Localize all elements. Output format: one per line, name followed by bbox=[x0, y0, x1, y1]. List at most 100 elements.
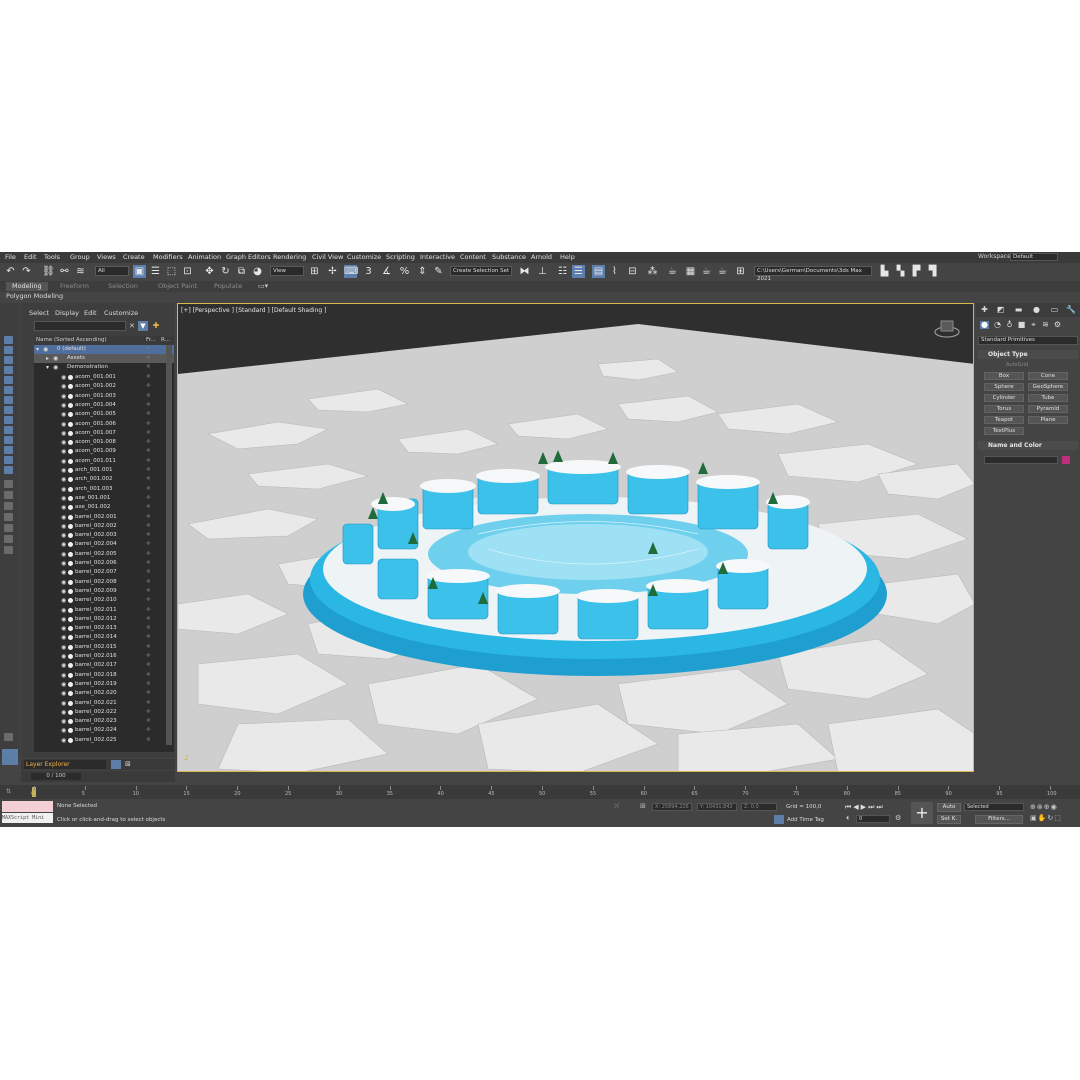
freeze-icon[interactable]: ❄ bbox=[146, 410, 151, 419]
lights-category-icon[interactable]: ♁ bbox=[1005, 321, 1014, 329]
layer-explorer-icon[interactable]: ☰ bbox=[572, 265, 585, 278]
move-icon[interactable]: ✥ bbox=[203, 265, 216, 278]
visibility-eye-icon[interactable]: ◉ bbox=[61, 494, 66, 503]
visibility-eye-icon[interactable]: ◉ bbox=[61, 633, 66, 642]
list-item[interactable]: ◉ barrel_002.020 ❄ bbox=[34, 689, 174, 698]
visibility-eye-icon[interactable]: ◉ bbox=[61, 652, 66, 661]
ribbon-tab-modeling[interactable]: Modeling bbox=[6, 282, 48, 291]
placement-icon[interactable]: ◕ bbox=[251, 265, 264, 278]
visibility-eye-icon[interactable]: ◉ bbox=[61, 606, 66, 615]
visibility-eye-icon[interactable]: ◉ bbox=[61, 661, 66, 670]
freeze-icon[interactable]: ❄ bbox=[146, 708, 151, 717]
list-item[interactable]: ◉ barrel_002.003 ❄ bbox=[34, 531, 174, 540]
bones-filter-icon[interactable] bbox=[4, 446, 13, 454]
list-item[interactable]: ◉ acorn_001.008 ❄ bbox=[34, 438, 174, 447]
frozen-filter-icon[interactable] bbox=[4, 466, 13, 474]
none-filter-icon[interactable] bbox=[4, 502, 13, 510]
ribbon-options-icon[interactable]: ▭▾ bbox=[258, 282, 268, 290]
ribbon-toggle-icon[interactable]: ▤ bbox=[592, 265, 605, 278]
menu-group[interactable]: Group bbox=[70, 253, 90, 261]
pivot-center-icon[interactable]: ⊞ bbox=[308, 265, 321, 278]
explorer-menu-display[interactable]: Display bbox=[55, 309, 79, 317]
freeze-icon[interactable]: ❄ bbox=[146, 345, 151, 354]
unlink-icon[interactable]: ⚯ bbox=[58, 265, 71, 278]
visibility-eye-icon[interactable]: ◉ bbox=[61, 475, 66, 484]
ribbon-tab-freeform[interactable]: Freeform bbox=[54, 282, 95, 291]
layer-sort-icon[interactable] bbox=[111, 760, 121, 769]
list-item[interactable]: ◉ barrel_002.004 ❄ bbox=[34, 540, 174, 549]
polygon-modeling-label[interactable]: Polygon Modeling bbox=[6, 292, 63, 300]
list-item[interactable]: ◉ barrel_002.013 ❄ bbox=[34, 624, 174, 633]
project-path-dropdown[interactable]: C:\Users\German\Documents\3ds Max 2021 bbox=[754, 266, 872, 282]
visibility-eye-icon[interactable]: ◉ bbox=[61, 736, 66, 745]
scene-explorer-toggle-icon[interactable] bbox=[2, 749, 18, 765]
visibility-eye-icon[interactable]: ◉ bbox=[61, 689, 66, 698]
hidden-filter-icon[interactable] bbox=[4, 480, 13, 488]
list-item[interactable]: ◉ arch_001.001 ❄ bbox=[34, 466, 174, 475]
scene-explorer-icon[interactable]: ☷ bbox=[556, 265, 569, 278]
display-invert-icon[interactable] bbox=[4, 356, 13, 364]
layer-row-default[interactable]: ▾ ◉ 0 (default) ❄ bbox=[34, 345, 174, 354]
freeze-icon[interactable]: ❄ bbox=[146, 420, 151, 429]
list-item[interactable]: ◉ acorn_001.001 ❄ bbox=[34, 373, 174, 382]
menu-content[interactable]: Content bbox=[460, 253, 486, 261]
menu-civil-view[interactable]: Civil View bbox=[312, 253, 343, 261]
cylinder-button[interactable]: Cylinder bbox=[984, 394, 1024, 402]
freeze-icon[interactable]: ❄ bbox=[146, 429, 151, 438]
undo-icon[interactable]: ↶ bbox=[4, 265, 17, 278]
visibility-eye-icon[interactable]: ◉ bbox=[61, 373, 66, 382]
visibility-eye-icon[interactable]: ◉ bbox=[61, 680, 66, 689]
link-icon[interactable]: ⛓ bbox=[42, 265, 55, 278]
box-button[interactable]: Box bbox=[984, 372, 1024, 380]
freeze-icon[interactable]: ❄ bbox=[146, 587, 151, 596]
lights-filter-icon[interactable] bbox=[4, 386, 13, 394]
freeze-icon[interactable]: ❄ bbox=[146, 401, 151, 410]
list-item[interactable]: ◉ barrel_002.025 ❄ bbox=[34, 736, 174, 745]
filter-funnel-icon[interactable] bbox=[4, 524, 13, 532]
visibility-eye-icon[interactable]: ◉ bbox=[61, 485, 66, 494]
freeze-icon[interactable]: ❄ bbox=[146, 633, 151, 642]
snaps-toggle-icon[interactable]: 3 bbox=[362, 265, 375, 278]
pyramid-button[interactable]: Pyramid bbox=[1028, 405, 1068, 413]
filter-icon[interactable]: ▼ bbox=[138, 321, 148, 331]
menu-arnold[interactable]: Arnold bbox=[531, 253, 552, 261]
invert-filter-icon[interactable] bbox=[4, 513, 13, 521]
menu-substance[interactable]: Substance bbox=[492, 253, 526, 261]
absolute-mode-icon[interactable]: ⊞ bbox=[640, 802, 650, 811]
spinner-snap-icon[interactable]: ⇕ bbox=[416, 265, 429, 278]
sync-selection-icon[interactable] bbox=[4, 546, 13, 554]
set-key-button[interactable]: Set K. bbox=[937, 815, 961, 824]
xrefs-filter-icon[interactable] bbox=[4, 436, 13, 444]
list-item[interactable]: ◉ barrel_002.005 ❄ bbox=[34, 550, 174, 559]
maxscript-mini-listener[interactable]: MAXScript Mini bbox=[2, 813, 53, 823]
window-crossing-icon[interactable]: ⊡ bbox=[181, 265, 194, 278]
visibility-eye-icon[interactable]: ◉ bbox=[61, 699, 66, 708]
list-item[interactable]: ◉ acorn_001.006 ❄ bbox=[34, 420, 174, 429]
maxscript-listener[interactable] bbox=[2, 801, 53, 812]
list-item[interactable]: ◉ acorn_001.007 ❄ bbox=[34, 429, 174, 438]
list-item[interactable]: ◉ arch_001.002 ❄ bbox=[34, 475, 174, 484]
systems-category-icon[interactable]: ⚙ bbox=[1053, 321, 1062, 329]
freeze-icon[interactable]: ❄ bbox=[146, 689, 151, 698]
layer-row-assets[interactable]: ▸ ◉ Assets ❄ bbox=[34, 354, 174, 363]
explorer-menu-customize[interactable]: Customize bbox=[104, 309, 138, 317]
spacewarps-filter-icon[interactable] bbox=[4, 416, 13, 424]
visibility-eye-icon[interactable]: ◉ bbox=[61, 410, 66, 419]
list-item[interactable]: ◉ barrel_002.021 ❄ bbox=[34, 699, 174, 708]
current-frame-field[interactable]: 0 bbox=[856, 815, 890, 823]
viewport-label[interactable]: [+] [Perspective ] [Standard ] [Default … bbox=[181, 307, 326, 314]
freeze-icon[interactable]: ❄ bbox=[146, 392, 151, 401]
freeze-icon[interactable]: ❄ bbox=[146, 466, 151, 475]
visibility-eye-icon[interactable]: ◉ bbox=[61, 671, 66, 680]
visibility-eye-icon[interactable]: ◉ bbox=[61, 513, 66, 522]
percent-snap-icon[interactable]: % bbox=[398, 265, 411, 278]
object-type-rollout[interactable]: Object Type bbox=[978, 350, 1078, 359]
visibility-eye-icon[interactable]: ◉ bbox=[61, 708, 66, 717]
select-by-name-icon[interactable]: ☰ bbox=[149, 265, 162, 278]
list-item[interactable]: ◉ barrel_002.010 ❄ bbox=[34, 596, 174, 605]
render-production-icon[interactable]: ☕ bbox=[700, 265, 713, 278]
visibility-eye-icon[interactable]: ◉ bbox=[61, 531, 66, 540]
menu-views[interactable]: Views bbox=[97, 253, 116, 261]
list-item[interactable]: ◉ axe_001.002 ❄ bbox=[34, 503, 174, 512]
select-object-icon[interactable]: ▣ bbox=[133, 265, 146, 278]
